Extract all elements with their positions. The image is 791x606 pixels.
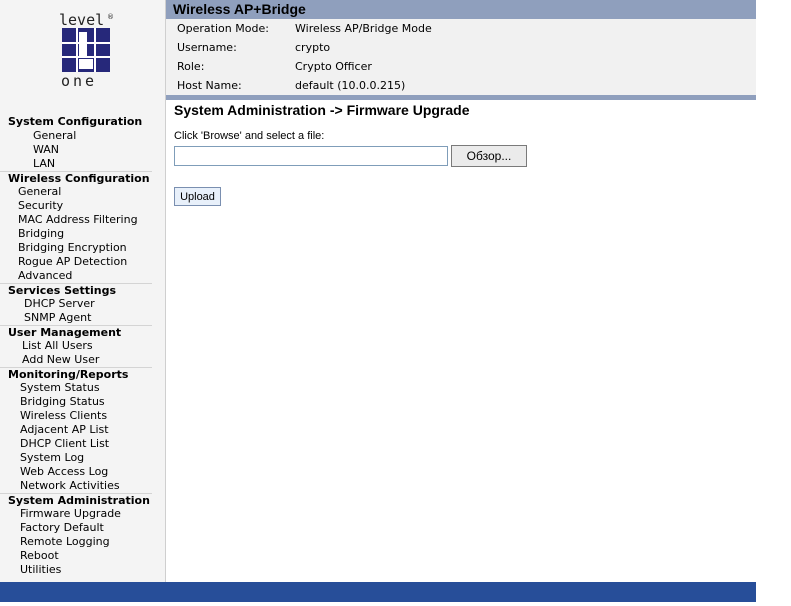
- sidebar-item-reboot[interactable]: Reboot: [0, 549, 152, 563]
- section-services-settings: Services Settings: [0, 283, 152, 297]
- info-value: crypto: [295, 41, 331, 54]
- sidebar: level ® one System Configuration General…: [0, 0, 166, 582]
- logo-one-stroke: [79, 32, 87, 56]
- sidebar-item-adjacent-ap-list[interactable]: Adjacent AP List: [0, 423, 152, 437]
- sidebar-item-security[interactable]: Security: [0, 199, 152, 213]
- info-label: Host Name:: [177, 79, 242, 92]
- sidebar-item-bridging[interactable]: Bridging: [0, 227, 152, 241]
- file-path-input[interactable]: [174, 146, 448, 166]
- file-prompt-label: Click 'Browse' and select a file:: [174, 130, 325, 142]
- sidebar-item-utilities[interactable]: Utilities: [0, 563, 152, 577]
- info-row-username: Username: crypto: [166, 38, 756, 57]
- info-label: Username:: [177, 41, 237, 54]
- app-title: Wireless AP+Bridge: [173, 1, 306, 17]
- sidebar-menu: System Configuration General WAN LAN Wir…: [0, 115, 152, 577]
- section-user-management: User Management: [0, 325, 152, 339]
- sidebar-item-general[interactable]: General: [0, 129, 152, 143]
- sidebar-item-dhcp-client-list[interactable]: DHCP Client List: [0, 437, 152, 451]
- sidebar-item-wireless-general[interactable]: General: [0, 185, 152, 199]
- footer-bar: [0, 582, 756, 602]
- logo-registered-mark: ®: [107, 13, 114, 21]
- logo-grid-line: [62, 56, 110, 58]
- sidebar-item-list-all-users[interactable]: List All Users: [0, 339, 152, 353]
- sidebar-item-lan[interactable]: LAN: [0, 157, 152, 171]
- logo-grid-line: [94, 28, 96, 72]
- sidebar-item-bridging-encryption[interactable]: Bridging Encryption: [0, 241, 152, 255]
- main-content: System Administration -> Firmware Upgrad…: [166, 100, 756, 582]
- info-row-host-name: Host Name: default (10.0.0.215): [166, 76, 756, 95]
- upload-button[interactable]: Upload: [174, 187, 221, 206]
- sidebar-item-remote-logging[interactable]: Remote Logging: [0, 535, 152, 549]
- sidebar-item-advanced[interactable]: Advanced: [0, 269, 152, 283]
- title-bar: Wireless AP+Bridge: [166, 0, 756, 19]
- sidebar-item-system-status[interactable]: System Status: [0, 381, 152, 395]
- section-system-administration: System Administration: [0, 493, 152, 507]
- device-info-panel: Operation Mode: Wireless AP/Bridge Mode …: [166, 19, 756, 95]
- info-value: Wireless AP/Bridge Mode: [295, 22, 432, 35]
- sidebar-item-mac-address-filtering[interactable]: MAC Address Filtering: [0, 213, 152, 227]
- section-wireless-configuration: Wireless Configuration: [0, 171, 152, 185]
- logo-bottom-text: one: [61, 72, 97, 90]
- sidebar-item-add-new-user[interactable]: Add New User: [0, 353, 152, 367]
- sidebar-item-web-access-log[interactable]: Web Access Log: [0, 465, 152, 479]
- sidebar-item-dhcp-server[interactable]: DHCP Server: [0, 297, 152, 311]
- section-monitoring-reports: Monitoring/Reports: [0, 367, 152, 381]
- info-row-operation-mode: Operation Mode: Wireless AP/Bridge Mode: [166, 19, 756, 38]
- sidebar-item-wireless-clients[interactable]: Wireless Clients: [0, 409, 152, 423]
- sidebar-item-system-log[interactable]: System Log: [0, 451, 152, 465]
- section-system-configuration: System Configuration: [8, 115, 143, 128]
- info-label: Operation Mode:: [177, 22, 269, 35]
- browse-button[interactable]: Обзор...: [451, 145, 527, 167]
- info-label: Role:: [177, 60, 205, 73]
- page: level ® one System Configuration General…: [0, 0, 791, 606]
- levelone-logo: level ® one: [59, 12, 114, 90]
- sidebar-item-network-activities[interactable]: Network Activities: [0, 479, 152, 493]
- sidebar-item-firmware-upgrade[interactable]: Firmware Upgrade: [0, 507, 152, 521]
- logo-one-base: [79, 59, 93, 69]
- sidebar-item-wan[interactable]: WAN: [0, 143, 152, 157]
- page-title: System Administration -> Firmware Upgrad…: [174, 102, 470, 118]
- info-row-role: Role: Crypto Officer: [166, 57, 756, 76]
- info-value: default (10.0.0.215): [295, 79, 406, 92]
- info-value: Crypto Officer: [295, 60, 372, 73]
- logo-grid-line: [76, 28, 78, 72]
- sidebar-item-factory-default[interactable]: Factory Default: [0, 521, 152, 535]
- sidebar-item-snmp-agent[interactable]: SNMP Agent: [0, 311, 152, 325]
- logo-top-text: level: [59, 12, 104, 29]
- sidebar-item-rogue-ap-detection[interactable]: Rogue AP Detection: [0, 255, 152, 269]
- sidebar-item-bridging-status[interactable]: Bridging Status: [0, 395, 152, 409]
